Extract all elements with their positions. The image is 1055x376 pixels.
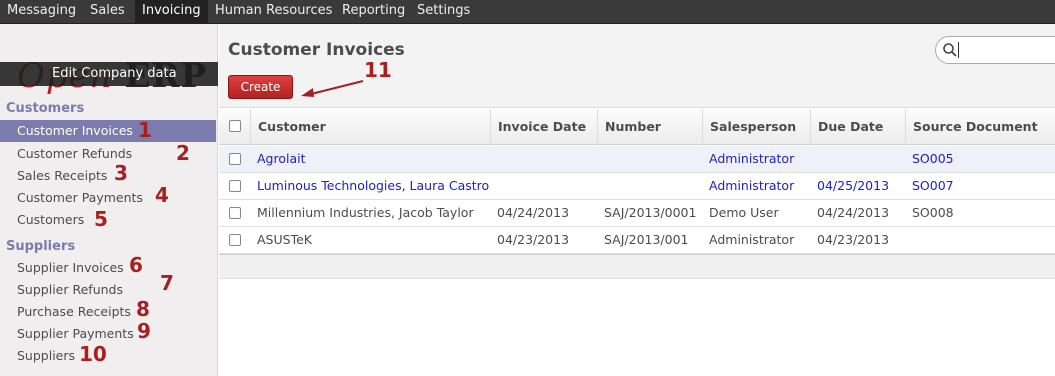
menu-reporting[interactable]: Reporting [335,0,412,24]
row-checkbox[interactable] [229,153,241,165]
edit-company-tooltip[interactable]: Edit Company data [0,62,218,86]
sidebar-item-customer-payments[interactable]: Customer Payments [0,187,216,209]
column-header-customer[interactable]: Customer [250,109,490,145]
column-header-source-document[interactable]: Source Document [905,109,1055,145]
column-header-invoice-date[interactable]: Invoice Date [490,109,597,145]
cell-customer[interactable]: Luminous Technologies, Laura Castro [250,173,489,200]
cell-customer[interactable]: Millennium Industries, Jacob Taylor [250,200,474,227]
cell-number [597,173,604,200]
text-caret [958,42,959,58]
sidebar-item-suppliers[interactable]: Suppliers [0,345,216,367]
sidebar-item-supplier-refunds[interactable]: Supplier Refunds [0,279,216,301]
sidebar-item-supplier-invoices[interactable]: Supplier Invoices [0,257,216,279]
annotation-number: 4 [155,183,169,207]
view-header: Customer Invoices Create 11 [219,24,1055,108]
cell-source-document[interactable]: SO008 [905,200,954,227]
annotation-number: 8 [136,297,150,321]
section-header-suppliers: Suppliers [6,239,76,254]
column-header-number[interactable]: Number [597,109,702,145]
table-row[interactable]: Luminous Technologies, Laura Castro Admi… [219,173,1055,200]
cell-number: SAJ/2013/001 [604,232,689,247]
cell-invoice-date: 04/23/2013 [497,232,570,247]
cell-salesperson[interactable]: Administrator [702,146,794,173]
menu-human-resources[interactable]: Human Resources [208,0,339,24]
cell-source-document[interactable]: SO007 [905,173,954,200]
sidebar-item-supplier-payments[interactable]: Supplier Payments [0,323,216,345]
cell-salesperson[interactable]: Administrator [702,227,794,254]
cell-due-date [810,146,817,173]
cell-due-date: 04/25/2013 [817,178,890,193]
annotation-number: 6 [129,253,143,277]
column-header-due-date[interactable]: Due Date [810,109,905,145]
cell-invoice-date [490,173,497,200]
cell-customer[interactable]: Agrolait [250,146,306,173]
menu-invoicing[interactable]: Invoicing [135,0,208,24]
cell-salesperson[interactable]: Administrator [702,173,794,200]
column-header-salesperson[interactable]: Salesperson [702,109,810,145]
annotation-number: 7 [160,271,174,295]
main-content: Customer Invoices Create 11 Customer Inv… [219,24,1055,376]
menu-settings[interactable]: Settings [410,0,477,24]
row-checkbox[interactable] [229,207,241,219]
create-button[interactable]: Create [228,75,293,99]
cell-salesperson[interactable]: Demo User [702,200,779,227]
table-row[interactable]: Millennium Industries, Jacob Taylor 04/2… [219,200,1055,227]
cell-source-document[interactable] [905,227,912,254]
table-row[interactable]: ASUSTeK 04/23/2013 SAJ/2013/001 Administ… [219,227,1055,254]
cell-due-date: 04/23/2013 [817,232,890,247]
table-row[interactable]: Agrolait Administrator SO005 [219,146,1055,173]
sidebar: Open ERP Edit Company data Customers Cus… [0,24,218,376]
sidebar-item-customer-invoices[interactable]: Customer Invoices [0,120,216,142]
annotation-number: 9 [137,319,151,343]
cell-source-document[interactable]: SO005 [905,146,954,173]
select-all-checkbox[interactable] [229,120,241,132]
annotation-number: 1 [138,118,152,142]
annotation-number: 5 [94,207,108,231]
menu-sales[interactable]: Sales [83,0,132,24]
cell-invoice-date: 04/24/2013 [497,205,570,220]
row-checkbox[interactable] [229,234,241,246]
section-header-customers: Customers [6,101,85,116]
table-header: Customer Invoice Date Number Salesperson… [219,109,1055,145]
cell-invoice-date [490,146,497,173]
search-input[interactable] [935,36,1055,64]
menu-messaging[interactable]: Messaging [0,0,83,24]
annotation-number: 2 [176,141,190,165]
top-menu-bar: Messaging Sales Invoicing Human Resource… [0,0,1055,24]
sidebar-item-customers[interactable]: Customers [0,209,216,231]
annotation-number: 3 [114,161,128,185]
cell-number [597,146,604,173]
cell-due-date: 04/24/2013 [817,205,890,220]
annotation-number: 10 [79,342,107,366]
annotation-number: 11 [364,58,392,82]
annotation-arrow-icon [301,80,364,97]
table-footer [219,254,1055,279]
cell-customer[interactable]: ASUSTeK [250,227,312,254]
sidebar-item-sales-receipts[interactable]: Sales Receipts [0,165,216,187]
search-icon [943,43,957,57]
cell-number: SAJ/2013/0001 [604,205,697,220]
row-checkbox[interactable] [229,180,241,192]
sidebar-item-purchase-receipts[interactable]: Purchase Receipts [0,301,216,323]
page-title: Customer Invoices [228,40,405,60]
